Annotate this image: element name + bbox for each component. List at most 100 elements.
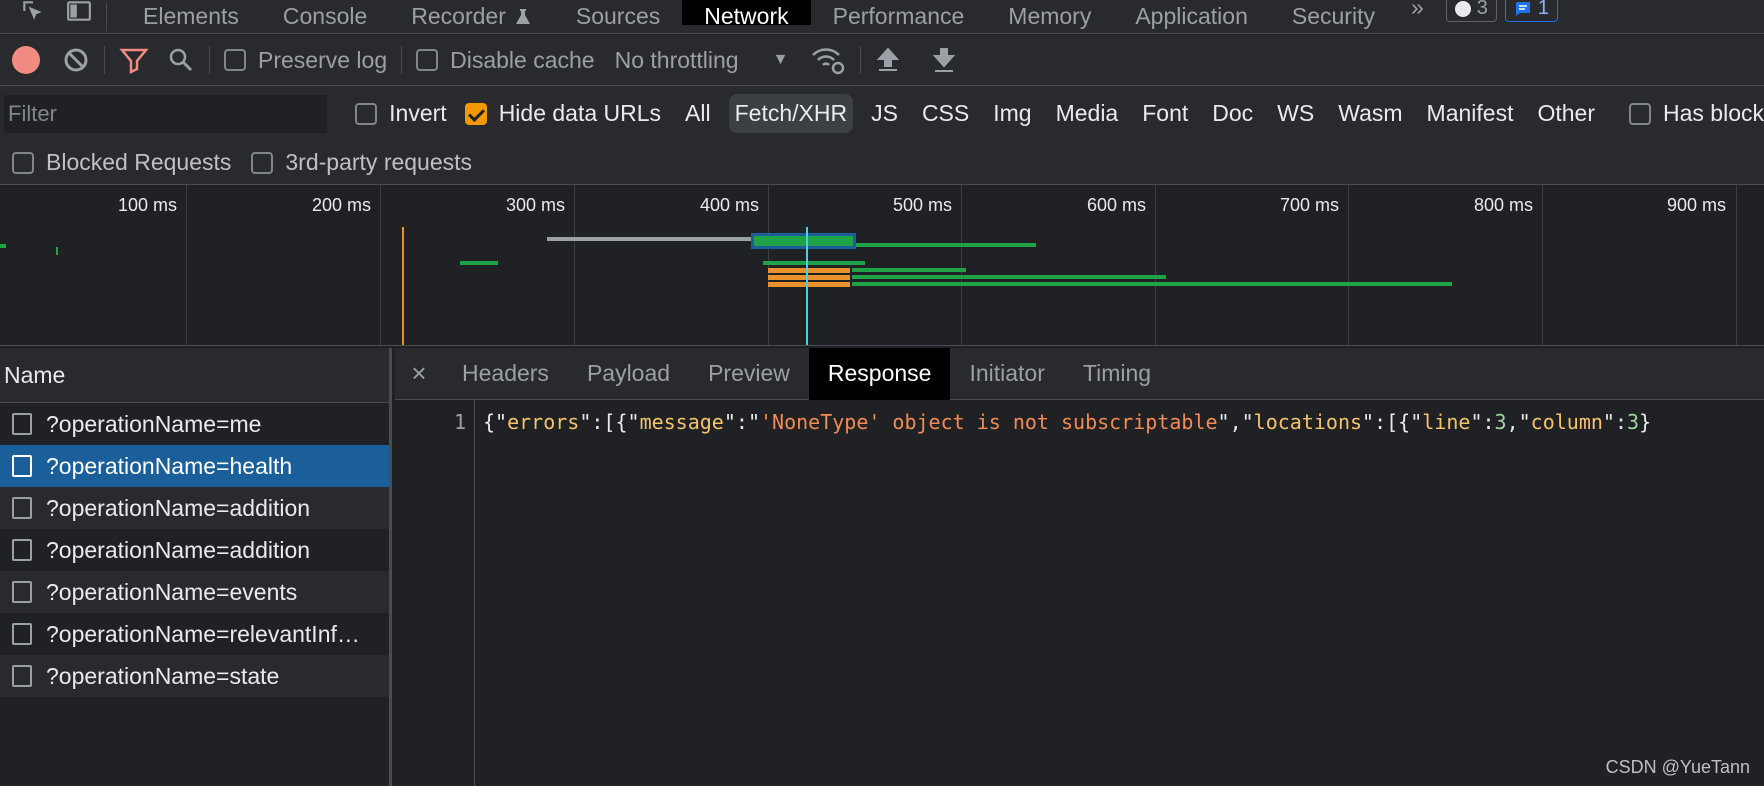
watermark: CSDN @YueTann xyxy=(1605,757,1750,777)
blocked-requests-checkbox[interactable] xyxy=(12,151,34,174)
network-toolbar: Preserve log Disable cache No throttling… xyxy=(0,35,1764,86)
timeline-bar xyxy=(768,282,850,287)
tab-initiator[interactable]: Initiator xyxy=(950,348,1063,400)
json-key: column xyxy=(1530,410,1603,434)
line-number: 1 xyxy=(453,410,466,434)
request-name: ?operationName=me xyxy=(46,410,262,437)
has-blocked-cookies-checkbox[interactable] xyxy=(1629,102,1652,125)
disable-cache-checkbox[interactable] xyxy=(416,49,439,71)
tab-response[interactable]: Response xyxy=(808,347,951,400)
request-list: Name ?operationName=me ?operationName=he… xyxy=(0,348,392,786)
tab-memory[interactable]: Memory xyxy=(986,0,1113,29)
filter-icon[interactable] xyxy=(119,46,149,74)
close-icon[interactable]: × xyxy=(395,358,443,389)
tab-sources[interactable]: Sources xyxy=(554,0,682,29)
import-har-icon[interactable] xyxy=(875,46,901,74)
device-toolbar-icon[interactable] xyxy=(66,0,92,24)
line-gutter: 1 xyxy=(395,400,475,786)
preserve-log-checkbox[interactable] xyxy=(224,49,246,71)
request-type-icon xyxy=(12,581,32,603)
filter-type-fetch-xhr[interactable]: Fetch/XHR xyxy=(728,94,854,133)
message-icon xyxy=(1515,1,1530,16)
inspect-element-icon[interactable] xyxy=(20,0,46,24)
hide-data-urls-checkbox[interactable] xyxy=(464,102,487,125)
clear-icon[interactable] xyxy=(62,46,90,74)
timeline-bar xyxy=(460,261,498,265)
filter-bar: Filter Invert Hide data URLs All Fetch/X… xyxy=(0,86,1764,141)
request-row[interactable]: ?operationName=addition xyxy=(0,529,389,571)
tab-network[interactable]: Network xyxy=(682,0,811,29)
has-blocked-cookies-label: Has block xyxy=(1663,100,1764,126)
tab-headers[interactable]: Headers xyxy=(443,348,568,400)
request-type-icon xyxy=(12,413,32,435)
filter-type-other[interactable]: Other xyxy=(1531,94,1601,133)
timeline-bar xyxy=(547,237,752,241)
filter-type-manifest[interactable]: Manifest xyxy=(1421,94,1520,133)
tick-label: 300 ms xyxy=(506,195,566,215)
invert-checkbox[interactable] xyxy=(355,102,378,125)
tab-security[interactable]: Security xyxy=(1270,0,1397,29)
filter-type-img[interactable]: Img xyxy=(987,94,1037,133)
json-number: 3 xyxy=(1494,410,1507,434)
filter-type-js[interactable]: JS xyxy=(865,94,904,133)
network-conditions-icon[interactable] xyxy=(810,45,846,75)
separator xyxy=(106,2,107,31)
devtools-tabbar: Elements Console Recorder Sources Networ… xyxy=(0,0,1764,34)
export-har-icon[interactable] xyxy=(931,46,957,74)
search-icon[interactable] xyxy=(167,46,195,74)
separator xyxy=(401,46,403,74)
dom-content-loaded-marker xyxy=(402,227,404,345)
record-button[interactable] xyxy=(12,46,40,74)
filter-type-media[interactable]: Media xyxy=(1050,94,1125,133)
more-tabs-button[interactable]: » xyxy=(1397,0,1438,25)
filter-type-all[interactable]: All xyxy=(679,94,717,133)
third-party-requests-checkbox[interactable] xyxy=(251,151,274,174)
json-key: errors xyxy=(507,410,580,434)
tab-elements[interactable]: Elements xyxy=(121,0,261,29)
response-viewer[interactable]: 1 {"errors":[{"message":"'NoneType' obje… xyxy=(395,400,1764,786)
tick-label: 600 ms xyxy=(1087,195,1147,215)
tick-label: 100 ms xyxy=(118,195,178,215)
json-key: line xyxy=(1422,410,1471,434)
tab-timing[interactable]: Timing xyxy=(1064,348,1170,400)
messages-badge[interactable]: 1 xyxy=(1504,0,1559,22)
request-name: ?operationName=relevantInf… xyxy=(46,620,360,647)
issues-badge[interactable]: 3 xyxy=(1445,0,1497,22)
tab-recorder[interactable]: Recorder xyxy=(389,0,554,29)
json-punct: ": xyxy=(1470,410,1495,434)
request-row[interactable]: ?operationName=state xyxy=(0,655,389,697)
request-row[interactable]: ?operationName=relevantInf… xyxy=(0,613,389,655)
request-type-icon xyxy=(12,665,32,687)
blocked-requests-label: Blocked Requests xyxy=(46,149,232,175)
request-row[interactable]: ?operationName=me xyxy=(0,403,389,445)
json-punct: ":" xyxy=(723,410,760,434)
third-party-requests-label: 3rd-party requests xyxy=(285,149,473,175)
throttling-select[interactable]: No throttling ▼ xyxy=(615,47,789,74)
tab-performance[interactable]: Performance xyxy=(811,0,987,29)
tick-label: 900 ms xyxy=(1667,195,1727,215)
json-key: locations xyxy=(1253,410,1363,434)
request-row-selected[interactable]: ?operationName=health xyxy=(0,445,389,487)
tab-application[interactable]: Application xyxy=(1113,0,1270,29)
tab-console[interactable]: Console xyxy=(261,0,389,29)
filter-type-doc[interactable]: Doc xyxy=(1206,94,1259,133)
filter-input[interactable]: Filter xyxy=(4,94,328,133)
json-punct: {" xyxy=(483,410,508,434)
filter-type-css[interactable]: CSS xyxy=(916,94,975,133)
json-punct: ": xyxy=(1602,410,1628,434)
request-row[interactable]: ?operationName=events xyxy=(0,571,389,613)
timeline-bar xyxy=(56,247,58,255)
timeline-bar xyxy=(852,268,966,272)
request-row[interactable]: ?operationName=addition xyxy=(0,487,389,529)
filter-type-ws[interactable]: WS xyxy=(1271,94,1320,133)
timeline-bar xyxy=(852,282,1452,286)
tab-preview[interactable]: Preview xyxy=(689,348,809,400)
network-overview[interactable]: 100 ms 200 ms 300 ms 400 ms 500 ms 600 m… xyxy=(0,185,1764,346)
detail-tabbar: × Headers Payload Preview Response Initi… xyxy=(395,347,1764,400)
name-column-header[interactable]: Name xyxy=(0,348,389,403)
filter-type-wasm[interactable]: Wasm xyxy=(1332,94,1408,133)
filter-type-font[interactable]: Font xyxy=(1136,94,1194,133)
json-punct: ":[{" xyxy=(579,410,640,434)
tab-payload[interactable]: Payload xyxy=(568,348,689,400)
json-number: 3 xyxy=(1627,410,1640,434)
